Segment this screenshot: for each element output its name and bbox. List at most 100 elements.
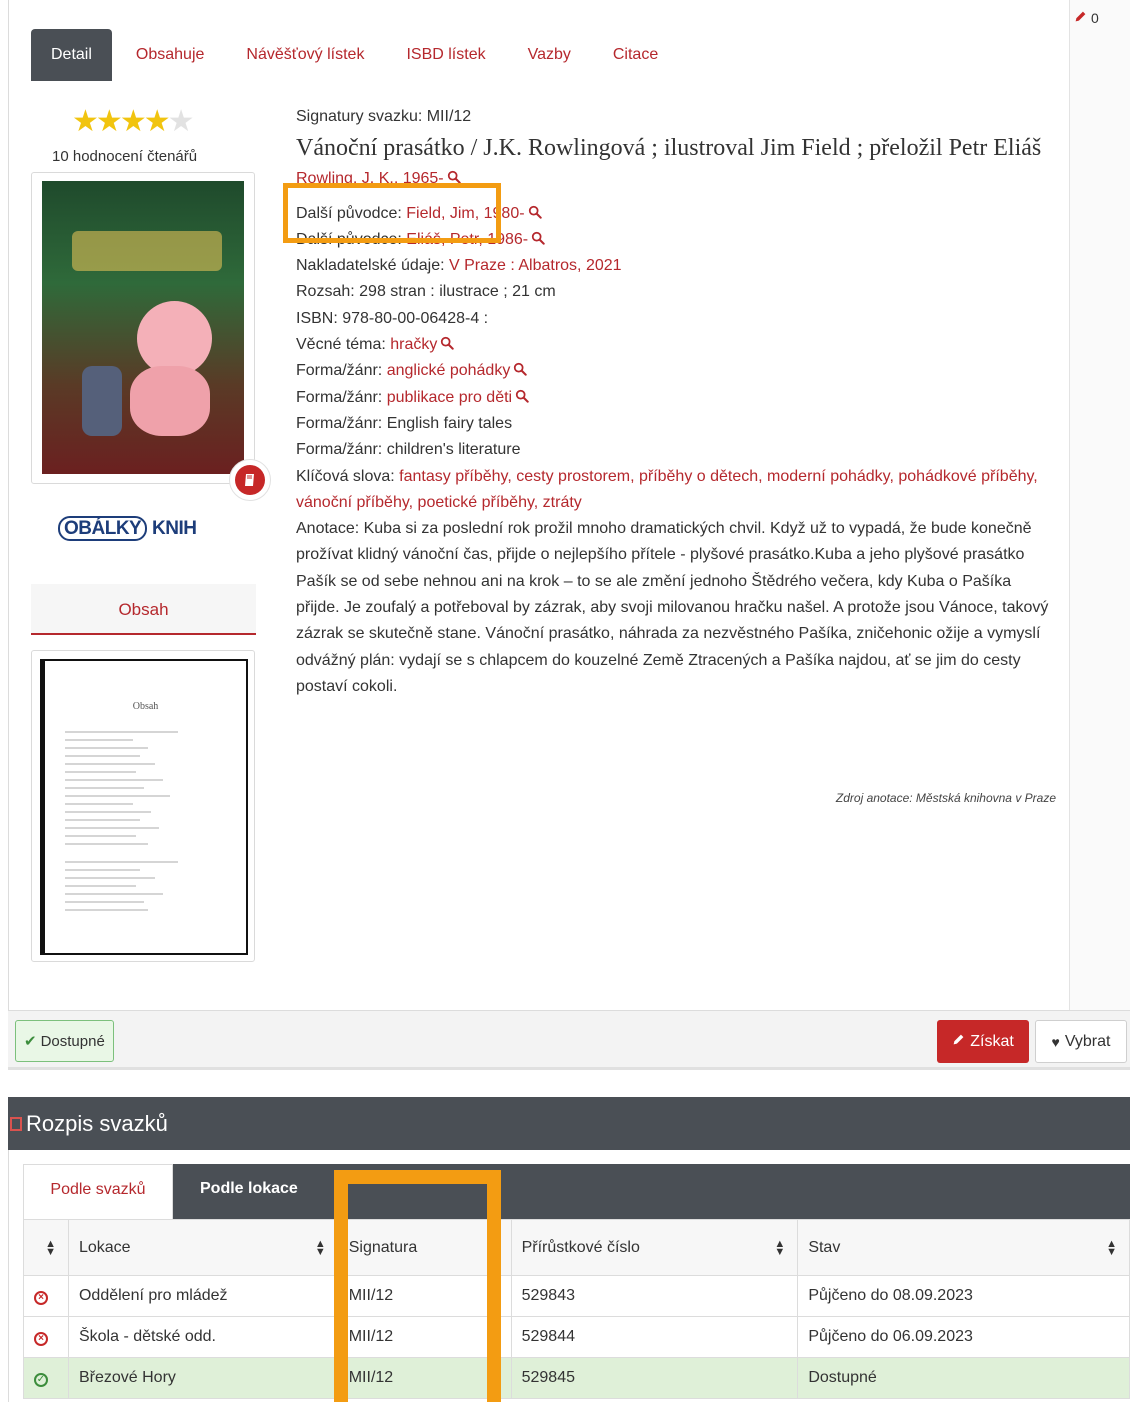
rating-count: 10 hodnocení čtenářů — [52, 148, 198, 165]
unavailable-icon: × — [34, 1291, 48, 1305]
edit-count-value: 0 — [1091, 10, 1099, 26]
star-filled-icon[interactable]: ★ — [96, 105, 123, 138]
cell-location: Oddělení pro mládež — [67, 1275, 339, 1317]
extent: Rozsah: 298 stran : ilustrace ; 21 cm — [296, 283, 556, 301]
toc-line — [65, 787, 144, 789]
tab-detail[interactable]: Detail — [31, 29, 112, 81]
tab-obsahuje[interactable]: Obsahuje — [118, 29, 223, 81]
search-icon[interactable] — [513, 362, 528, 377]
column-header-prirustkove-cislo[interactable]: Přírůstkové číslo ▲ ▼ — [510, 1219, 799, 1276]
book-icon — [235, 465, 265, 495]
toc-line — [65, 843, 148, 845]
tab-podle-svazku[interactable]: Podle svazků — [23, 1164, 173, 1219]
cover-title-art — [72, 231, 222, 271]
column-header-signatura[interactable]: Signatura ▲ ▼ — [337, 1219, 512, 1276]
available-icon: ✓ — [34, 1373, 48, 1387]
check-icon: ✔ — [24, 1033, 37, 1050]
record-title: Vánoční prasátko / J.K. Rowlingová ; ilu… — [296, 135, 1042, 162]
sort-icon: ▲ ▼ — [1106, 1238, 1117, 1258]
available-button[interactable]: ✔ Dostupné — [15, 1020, 114, 1062]
cover-pig-head — [137, 301, 212, 376]
rating-stars[interactable]: ★★★★★ — [72, 105, 195, 138]
volume-signature: Signatury svazku: MII/12 — [296, 108, 472, 125]
toc-line — [65, 771, 137, 773]
cover-pig-body — [130, 366, 210, 436]
subject-link[interactable]: hračky — [390, 336, 437, 353]
subject-label: Věcné téma: — [296, 336, 391, 354]
toc-line — [65, 755, 140, 757]
star-filled-icon[interactable]: ★ — [120, 105, 147, 138]
unavailable-icon: × — [34, 1332, 48, 1346]
cell-signature: MII/12 — [337, 1357, 512, 1399]
ebook-badge[interactable] — [229, 459, 271, 501]
toc-line — [65, 827, 159, 829]
toc-line — [65, 763, 155, 765]
record-tabs: Detail Obsahuje Návěšťový lístek ISBD lí… — [31, 29, 676, 81]
search-icon[interactable] — [531, 231, 545, 245]
toc-line — [65, 901, 144, 903]
cell-accession: 529844 — [510, 1316, 799, 1358]
keywords-label: Klíčová slova: — [296, 467, 400, 485]
obalky-knih-logo[interactable]: OBÁLKY KNIH — [58, 516, 197, 541]
star-filled-icon[interactable]: ★ — [72, 105, 99, 138]
tab-navestovy-listek[interactable]: Návěšťový lístek — [228, 29, 382, 81]
obsah-tab[interactable]: Obsah — [31, 584, 256, 635]
right-sidebar — [1069, 0, 1130, 1010]
sort-icon: ▲ ▼ — [45, 1238, 56, 1258]
genre-link[interactable]: anglické pohádky — [387, 362, 511, 379]
collapse-icon[interactable] — [10, 1116, 22, 1131]
publisher-link[interactable]: V Praze : Albatros, 2021 — [449, 257, 622, 274]
toc-page-title: Obsah — [132, 701, 159, 712]
table-row[interactable]: × Oddělení pro mládež MII/12 529843 Půjč… — [23, 1275, 1130, 1317]
genre-label: Forma/žánr: — [296, 388, 387, 406]
cell-state: Půjčeno do 08.09.2023 — [797, 1275, 1130, 1317]
isbn: ISBN: 978-80-00-06428-4 : — [296, 309, 489, 327]
star-filled-icon[interactable]: ★ — [144, 105, 171, 138]
tab-vazby[interactable]: Vazby — [510, 29, 589, 81]
search-icon[interactable] — [528, 205, 542, 219]
sort-column-status[interactable]: ▲ ▼ — [23, 1219, 69, 1276]
sort-icon: ▲ ▼ — [314, 1238, 326, 1258]
toc-line — [65, 739, 133, 741]
cover-boy — [82, 366, 122, 436]
tab-citace[interactable]: Citace — [595, 29, 676, 81]
cell-state: Půjčeno do 06.09.2023 — [797, 1316, 1130, 1358]
star-empty-icon[interactable]: ★ — [168, 105, 195, 138]
toc-line — [65, 803, 133, 805]
book-cover-image[interactable] — [42, 181, 244, 474]
toc-line — [65, 885, 137, 887]
toc-line — [65, 835, 137, 837]
column-header-lokace[interactable]: Lokace ▲ ▼ — [67, 1219, 339, 1276]
genre-link[interactable]: publikace pro děti — [387, 389, 512, 406]
keywords-links[interactable]: fantasy příběhy, cesty prostorem, příběh… — [296, 468, 1038, 511]
column-header-stav[interactable]: Stav ▲ ▼ — [797, 1219, 1130, 1276]
toc-page-image[interactable]: Obsah — [40, 659, 248, 955]
toc-line — [65, 909, 148, 911]
toc-line — [65, 795, 170, 797]
author-highlight-box — [283, 183, 501, 243]
toc-line — [65, 779, 163, 781]
obalky-logo-part2: KNIH — [152, 518, 197, 539]
toc-line — [65, 747, 148, 749]
genre-plain: Forma/žánr: English fairy tales — [296, 414, 513, 432]
cell-location: Škola - dětské odd. — [67, 1316, 339, 1358]
toc-line — [65, 869, 140, 871]
table-row[interactable]: × Škola - dětské odd. MII/12 529844 Půjč… — [23, 1316, 1130, 1358]
heart-icon: ♥ — [1051, 1033, 1060, 1050]
genre-plain: Forma/žánr: children's literature — [296, 441, 521, 459]
toc-line — [65, 861, 178, 863]
volumes-header: Rozpis svazků — [8, 1097, 1130, 1150]
cell-location: Březové Hory — [67, 1357, 339, 1399]
edit-counter[interactable]: 0 — [1074, 10, 1099, 26]
search-icon[interactable] — [440, 336, 455, 350]
table-row[interactable]: ✓ Březové Hory MII/12 529845 Dostupné — [23, 1357, 1130, 1399]
available-label: Dostupné — [40, 1032, 105, 1050]
toc-line — [65, 731, 178, 733]
cell-signature: MII/12 — [337, 1275, 512, 1317]
publisher-label: Nakladatelské údaje: — [296, 257, 449, 275]
tab-podle-lokace[interactable]: Podle lokace — [200, 1164, 298, 1219]
select-button[interactable]: ♥ Vybrat — [1035, 1020, 1127, 1063]
tab-isbd-listek[interactable]: ISBD lístek — [388, 29, 503, 81]
get-button[interactable]: Získat — [937, 1020, 1029, 1063]
search-icon[interactable] — [515, 389, 529, 403]
